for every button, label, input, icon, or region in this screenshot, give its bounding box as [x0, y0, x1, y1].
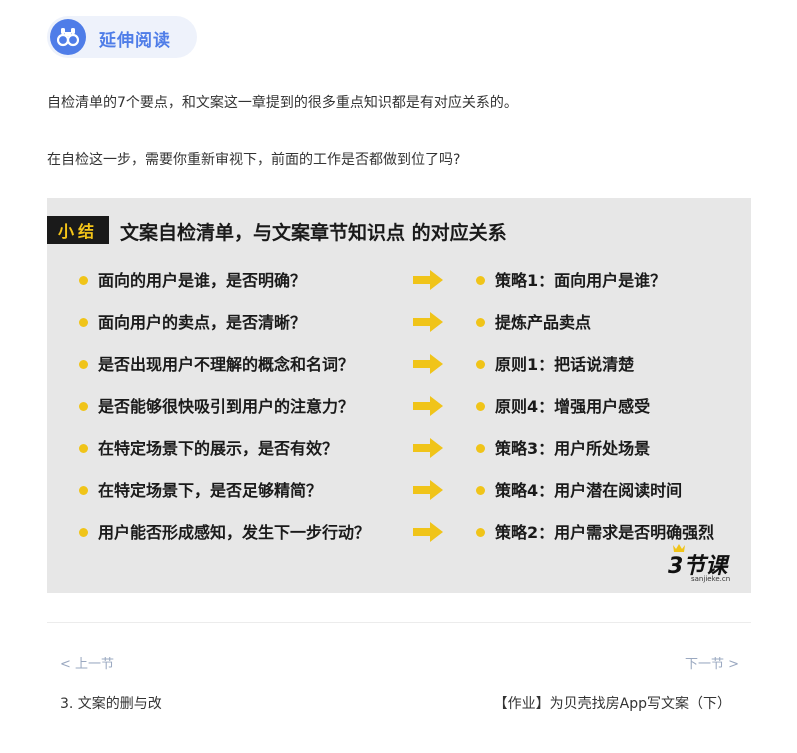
summary-row: 在特定场景下的展示，是否有效？ 策略3：用户所处场景 — [47, 433, 751, 463]
checklist-question: 用户能否形成感知，发生下一步行动？ — [98, 523, 371, 542]
summary-row: 是否出现用户不理解的概念和名词？ 原则1：把话说清楚 — [47, 349, 751, 379]
right-arrow-icon — [413, 522, 443, 542]
checklist-question: 面向的用户是谁，是否明确？ — [98, 271, 307, 290]
bullet-icon — [79, 276, 88, 285]
checklist-question: 在特定场景下的展示，是否有效？ — [98, 439, 339, 458]
extended-reading-label: 延伸阅读 — [99, 31, 171, 51]
bullet-icon — [476, 528, 485, 537]
right-arrow-icon — [413, 312, 443, 332]
bullet-icon — [79, 528, 88, 537]
bullet-icon — [476, 402, 485, 411]
summary-row: 面向的用户是谁，是否明确？ 策略1：面向用户是谁？ — [47, 265, 751, 295]
prev-section-link[interactable]: < 上一节 — [60, 653, 114, 672]
right-arrow-icon — [413, 396, 443, 416]
knowledge-point: 策略2：用户需求是否明确强烈 — [495, 523, 715, 542]
summary-row: 是否能够很快吸引到用户的注意力？ 原则4：增强用户感受 — [47, 391, 751, 421]
checklist-question: 在特定场景下，是否足够精简？ — [98, 481, 323, 500]
bullet-icon — [476, 486, 485, 495]
bullet-icon — [79, 318, 88, 327]
bullet-icon — [476, 318, 485, 327]
next-section-link[interactable]: 下一节 > — [685, 653, 739, 672]
prev-section-title[interactable]: 3. 文案的删与改 — [60, 693, 162, 713]
checklist-question: 是否能够很快吸引到用户的注意力？ — [98, 397, 355, 416]
summary-row: 在特定场景下，是否足够精简？ 策略4：用户潜在阅读时间 — [47, 475, 751, 505]
knowledge-point: 策略3：用户所处场景 — [495, 439, 651, 458]
summary-title: 文案自检清单，与文案章节知识点 的对应关系 — [120, 222, 507, 244]
right-arrow-icon — [413, 438, 443, 458]
summary-row: 面向用户的卖点，是否清晰？ 提炼产品卖点 — [47, 307, 751, 337]
right-arrow-icon — [413, 354, 443, 374]
sanjieke-logo: 3节课 sanjieke.cn — [667, 543, 733, 583]
bullet-icon — [79, 360, 88, 369]
bullet-icon — [476, 276, 485, 285]
bullet-icon — [79, 486, 88, 495]
paragraph-checklist: 自检清单的7个要点，和文案这一章提到的很多重点知识都是有对应关系的。 — [47, 95, 518, 111]
bullet-icon — [79, 402, 88, 411]
right-arrow-icon — [413, 480, 443, 500]
bullet-icon — [79, 444, 88, 453]
binoculars-icon — [50, 19, 86, 55]
bullet-icon — [476, 444, 485, 453]
logo-domain: sanjieke.cn — [691, 575, 730, 583]
summary-row: 用户能否形成感知，发生下一步行动？ 策略2：用户需求是否明确强烈 — [47, 517, 751, 547]
checklist-question: 是否出现用户不理解的概念和名词？ — [98, 355, 355, 374]
knowledge-point: 策略1：面向用户是谁？ — [495, 271, 667, 290]
knowledge-point: 原则1：把话说清楚 — [495, 355, 635, 374]
divider — [47, 622, 751, 623]
paragraph-review: 在自检这一步，需要你重新审视下，前面的工作是否都做到位了吗? — [47, 152, 461, 168]
summary-figure: 小结 文案自检清单，与文案章节知识点 的对应关系 面向的用户是谁，是否明确？ 策… — [47, 198, 751, 593]
bullet-icon — [476, 360, 485, 369]
extended-reading-badge: 延伸阅读 — [47, 16, 197, 58]
checklist-question: 面向用户的卖点，是否清晰？ — [98, 313, 307, 332]
knowledge-point: 提炼产品卖点 — [495, 313, 592, 332]
summary-tag: 小结 — [47, 216, 109, 244]
right-arrow-icon — [413, 270, 443, 290]
next-section-title[interactable]: 【作业】为贝壳找房App写文案（下） — [494, 693, 731, 713]
knowledge-point: 策略4：用户潜在阅读时间 — [495, 481, 683, 500]
knowledge-point: 原则4：增强用户感受 — [495, 397, 651, 416]
